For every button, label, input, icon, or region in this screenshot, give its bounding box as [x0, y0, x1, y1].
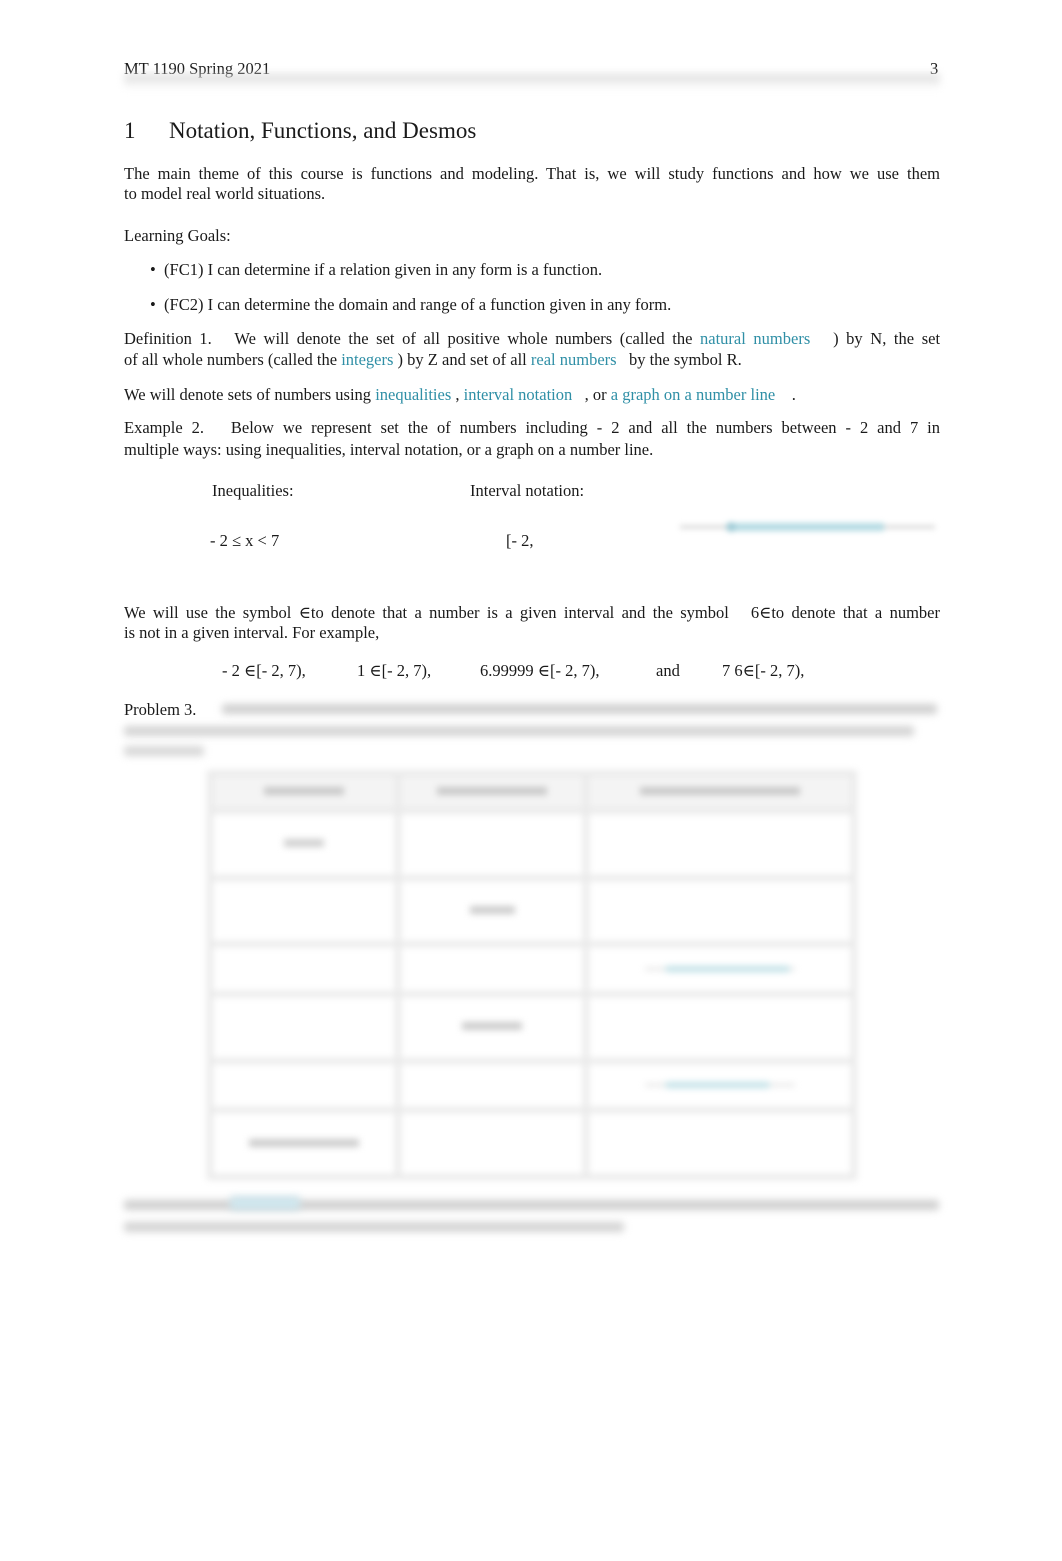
number-line-graph: [645, 1080, 796, 1090]
link-interval-notation[interactable]: interval notation: [464, 385, 573, 404]
section-title: Notation, Functions, and Desmos: [169, 118, 477, 143]
example-line-2: multiple ways: using inequalities, inter…: [124, 440, 654, 459]
membership-example: 1 ∈[- 2, 7),: [357, 661, 432, 680]
inequality-expression: - 2 ≤ x < 7: [210, 531, 280, 550]
not-element-of-symbol: 6∈: [750, 603, 772, 622]
table-cell[interactable]: [206, 1107, 402, 1180]
definition-line-2: of all whole numbers (called the integer…: [124, 350, 742, 369]
table-cell[interactable]: [395, 1057, 590, 1114]
number-line-graph: [645, 964, 796, 974]
link-inequalities[interactable]: inequalities: [375, 385, 451, 404]
table-row: [206, 990, 857, 1064]
number-line-graph: [680, 522, 935, 532]
intro-text: The main theme of this course is: [124, 164, 371, 183]
membership-and: and: [656, 661, 680, 680]
table-cell[interactable]: [206, 941, 402, 997]
problem-text-obscured: [124, 746, 204, 756]
table-cell[interactable]: [583, 874, 857, 948]
table-cell[interactable]: [583, 941, 857, 997]
membership-line-1: We will use the symbol ∈to denote that a…: [124, 603, 940, 622]
learning-goal-item: • (FC1) I can determine if a relation gi…: [150, 260, 603, 279]
table-header-row: [206, 770, 857, 814]
table-cell[interactable]: [395, 941, 590, 997]
table-cell[interactable]: [583, 1057, 857, 1114]
link-obscured: [230, 1196, 300, 1210]
link-integers[interactable]: integers: [341, 350, 393, 369]
problem-text-obscured: [222, 704, 937, 714]
header-rule: [124, 74, 940, 88]
table-cell[interactable]: [395, 990, 590, 1064]
intro-emphasis: functions and modeling: [370, 164, 535, 183]
interval-expression: [- 2,: [506, 531, 534, 550]
table-cell[interactable]: [395, 1107, 590, 1180]
intro-line-1: The main theme of this course is functio…: [124, 164, 940, 184]
table-cell[interactable]: [206, 1057, 402, 1114]
problem-table: [206, 770, 857, 1180]
table-cell[interactable]: [206, 808, 402, 881]
bullet-icon: •: [150, 295, 156, 314]
table-cell[interactable]: [583, 1107, 857, 1180]
table-cell[interactable]: [395, 874, 590, 948]
example-line-1: Example 2. Below we represent set the of…: [124, 418, 940, 437]
element-of-symbol: ∈: [298, 603, 311, 622]
definition-label: Definition 1.: [124, 329, 212, 348]
membership-line-2: is not in a given interval. For example,: [124, 623, 380, 642]
table-header: [583, 770, 857, 814]
bullet-icon: •: [150, 260, 156, 279]
denote-sets-line: We will denote sets of numbers using ine…: [124, 385, 796, 404]
table-row: [206, 808, 857, 881]
definition-text-obscured: [124, 1222, 624, 1232]
table-header: [206, 770, 402, 814]
table-cell[interactable]: [583, 990, 857, 1064]
link-natural-numbers[interactable]: natural numbers: [700, 329, 810, 348]
table-cell[interactable]: [583, 808, 857, 881]
problem-text-obscured: [124, 726, 914, 736]
intro-text-after: . That is, we will study functions and h…: [534, 164, 940, 183]
table-row: [206, 1107, 857, 1180]
section-number: 1: [124, 118, 136, 143]
table-cell[interactable]: [206, 990, 402, 1064]
table-row: [206, 941, 857, 997]
link-graph-number-line[interactable]: a graph on a number line: [611, 385, 775, 404]
membership-example: 7 6∈[- 2, 7),: [722, 661, 805, 680]
table-row: [206, 1057, 857, 1114]
table-cell[interactable]: [395, 808, 590, 881]
section-heading: 1 Notation, Functions, and Desmos: [124, 118, 476, 144]
table-row: [206, 874, 857, 948]
definition-line-1: Definition 1. We will denote the set of …: [124, 329, 941, 348]
link-real-numbers[interactable]: real numbers: [531, 350, 617, 369]
membership-example: - 2 ∈[- 2, 7),: [222, 661, 306, 680]
problem-label: Problem 3.: [124, 700, 197, 719]
learning-goal-item: • (FC2) I can determine the domain and r…: [150, 295, 672, 314]
learning-goals-label: Learning Goals:: [124, 226, 231, 245]
interval-notation-label: Interval notation:: [470, 481, 585, 500]
intro-line-2: to model real world situations.: [124, 184, 326, 203]
example-label: Example 2.: [124, 418, 204, 437]
table-header: [395, 770, 590, 814]
inequalities-label: Inequalities:: [212, 481, 294, 500]
closed-endpoint: [726, 522, 736, 532]
table-cell[interactable]: [206, 874, 402, 948]
membership-example: 6.99999 ∈[- 2, 7),: [480, 661, 600, 680]
